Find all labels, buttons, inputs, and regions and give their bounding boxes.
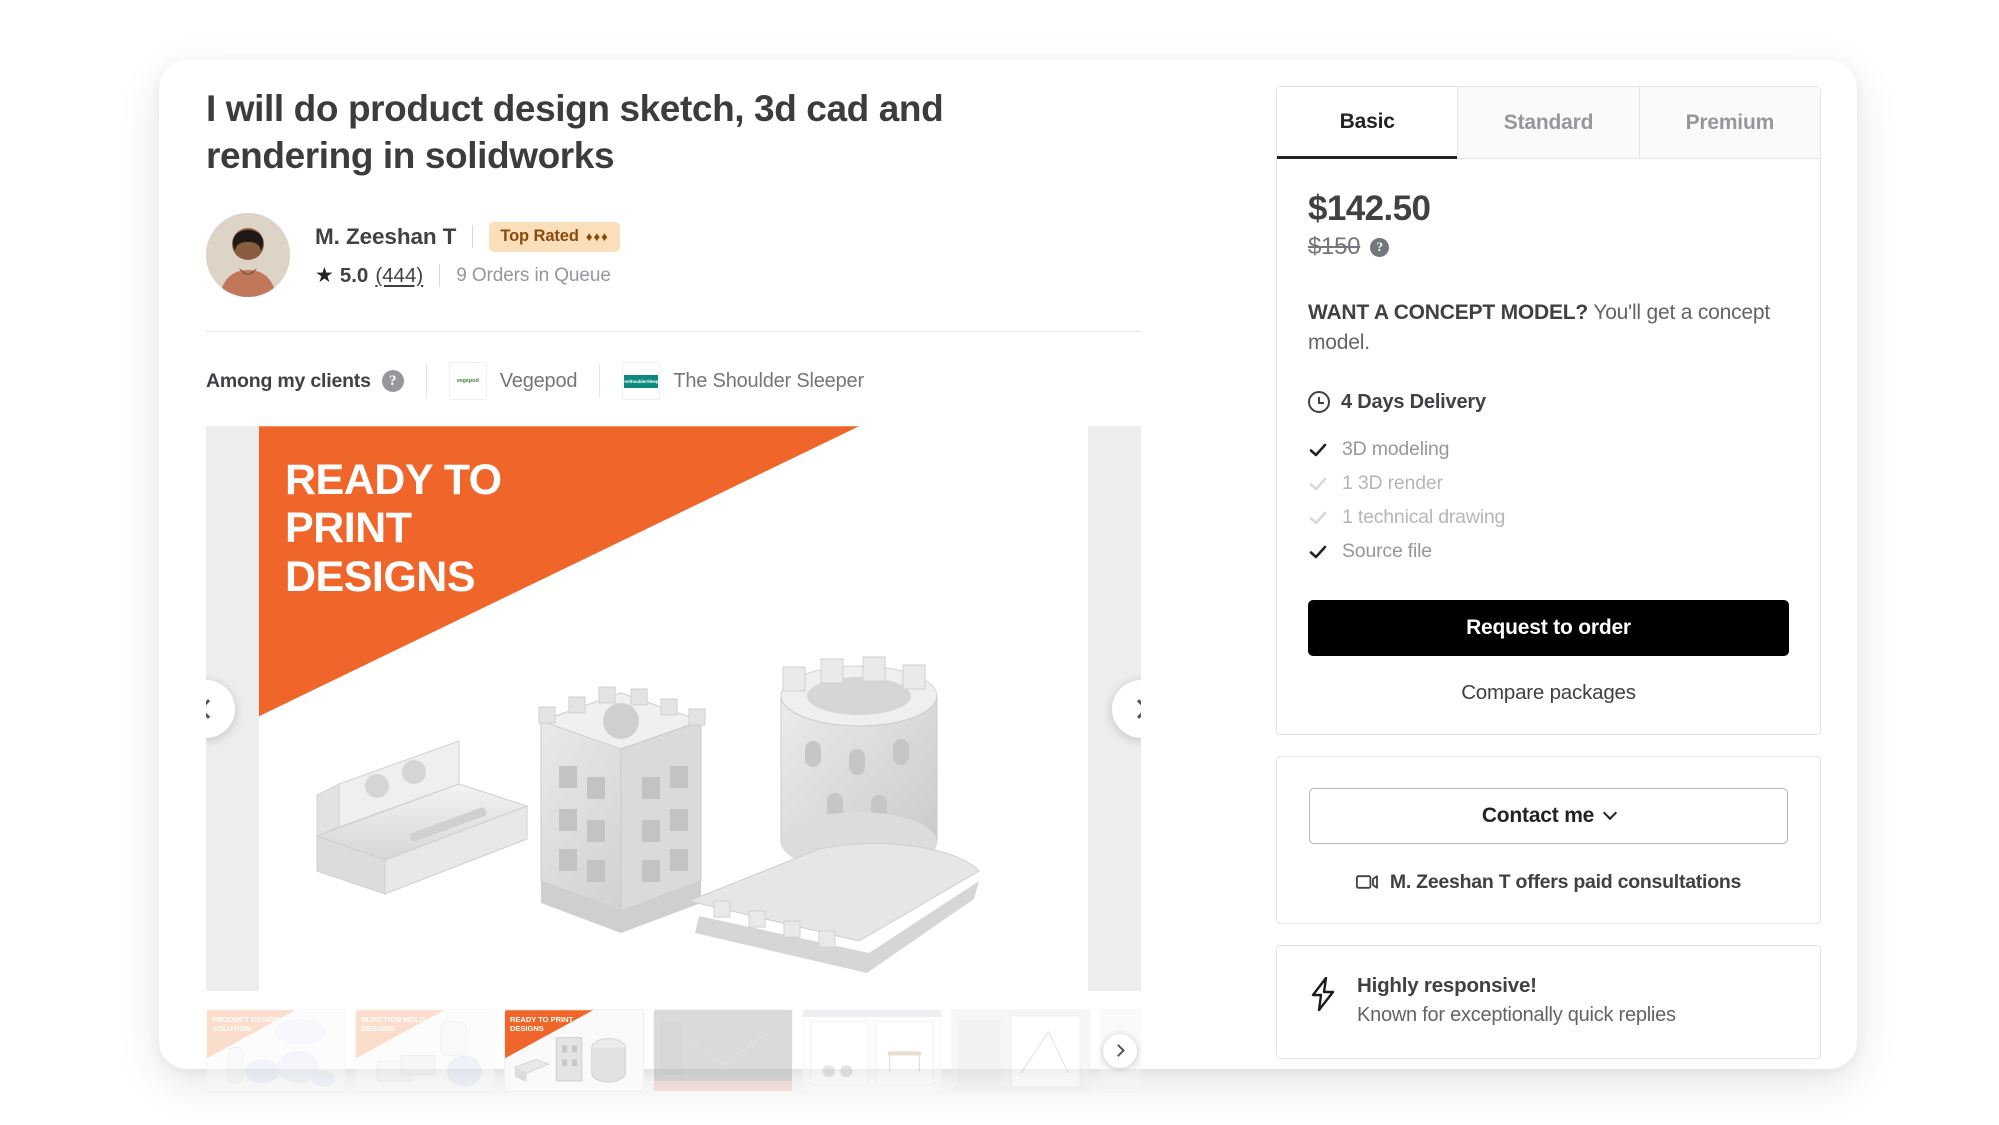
delivery-label: 4 Days Delivery <box>1341 390 1486 413</box>
chevron-left-icon <box>206 698 218 719</box>
package-body: $142.50 $150 ? WANT A CONCEPT MODEL? You… <box>1277 159 1820 734</box>
chevron-down-icon <box>1603 806 1618 821</box>
banner-line-1: READY TO <box>285 456 502 505</box>
feature-item: 1 technical drawing <box>1308 501 1789 535</box>
rating-count-link[interactable]: (444) <box>375 264 423 288</box>
chevron-right-icon <box>1129 698 1141 719</box>
thumbnail-item[interactable]: INJECTION MOLD DESIGNS <box>355 1009 495 1093</box>
divider <box>599 364 601 399</box>
package-description: WANT A CONCEPT MODEL? You'll get a conce… <box>1308 298 1789 358</box>
rating-value: 5.0 <box>339 263 369 287</box>
package-panel: Basic Standard Premium $142.50 $150 ? WA… <box>1276 86 1821 735</box>
feature-item: 1 3D render <box>1308 467 1789 501</box>
banner-text: READY TO PRINT DESIGNS <box>285 456 502 600</box>
package-price: $142.50 <box>1308 189 1431 228</box>
divider <box>472 225 474 249</box>
page-root: I will do product design sketch, 3d cad … <box>0 0 1999 1125</box>
divider <box>439 264 441 288</box>
check-icon <box>1309 477 1327 490</box>
badge-label: Top Rated <box>500 226 579 245</box>
tab-standard[interactable]: Standard <box>1457 87 1639 159</box>
thumbnail-item[interactable] <box>802 1009 942 1093</box>
contact-me-button[interactable]: Contact me <box>1309 787 1788 844</box>
contact-me-label: Contact me <box>1481 803 1595 827</box>
package-original-price: $150 <box>1308 233 1361 260</box>
thumb-art <box>654 1010 792 1092</box>
highly-responsive-panel: Highly responsive! Known for exceptional… <box>1276 944 1821 1059</box>
status-badge: Top Rated ♦♦♦ <box>489 221 620 252</box>
seller-name[interactable]: M. Zeeshan T <box>315 224 456 250</box>
feature-label: 1 3D render <box>1342 472 1443 495</box>
paid-consultations-text: M. Zeeshan T offers paid consultations <box>1389 870 1742 893</box>
thumb-art <box>377 1021 482 1087</box>
question-mark-icon[interactable]: ? <box>381 370 404 393</box>
paid-consultations-row: M. Zeeshan T offers paid consultations <box>1309 871 1788 894</box>
request-to-order-button[interactable]: Request to order <box>1308 599 1789 656</box>
clock-icon <box>1308 391 1330 414</box>
feature-label: 3D modeling <box>1342 438 1450 461</box>
thumbnail-strip: PRODUCT DESIGN SOLUTION INJECTION MOLD DES… <box>206 1009 1141 1093</box>
thumbnail-item[interactable] <box>951 1009 1091 1093</box>
seller-meta: M. Zeeshan T Top Rated ♦♦♦ ★ 5.0 (444) 9… <box>315 221 620 289</box>
thumbnail-item[interactable] <box>653 1009 793 1093</box>
question-mark-icon[interactable]: ? <box>1370 237 1390 257</box>
package-original-price-row: $150 ? <box>1308 233 1789 261</box>
feature-label: 1 technical drawing <box>1342 506 1506 529</box>
client-logo-icon: vegepod <box>448 362 487 401</box>
avatar[interactable] <box>206 213 290 298</box>
gig-gallery: READY TO PRINT DESIGNS <box>206 426 1141 992</box>
chevron-right-icon <box>1111 1044 1125 1058</box>
badge-diamonds-icon: ♦♦♦ <box>585 228 609 244</box>
gig-left-column: I will do product design sketch, 3d cad … <box>206 86 1206 1093</box>
feature-label: Source file <box>1342 540 1432 563</box>
client-item-shoulder-sleeper[interactable]: TheShoulderSleeper The Shoulder Sleeper <box>622 362 864 401</box>
thumbnail-next-button[interactable] <box>1103 1033 1137 1068</box>
client-logo-icon: TheShoulderSleeper <box>622 362 661 401</box>
thumbnail-item-active[interactable]: READY TO PRINT DESIGNS <box>504 1009 644 1093</box>
thumbnail-item[interactable]: PRODUCT DESIGN SOLUTION <box>206 1009 346 1093</box>
highly-responsive-text: Highly responsive! Known for exceptional… <box>1357 974 1676 1027</box>
among-my-clients: Among my clients ? vegepod Vegepod TheSh… <box>206 361 1206 401</box>
clients-label: Among my clients <box>206 369 371 392</box>
feature-item: Source file <box>1308 535 1789 569</box>
gig-right-column: Basic Standard Premium $142.50 $150 ? WA… <box>1276 86 1821 1059</box>
banner-line-2: PRINT <box>285 504 412 553</box>
tab-premium[interactable]: Premium <box>1638 87 1820 159</box>
video-camera-icon <box>1355 874 1378 890</box>
lightning-bolt-icon <box>1309 976 1337 1011</box>
client-name: The Shoulder Sleeper <box>673 369 864 392</box>
check-icon <box>1309 443 1327 456</box>
thumb-art <box>803 1010 941 1092</box>
seller-row: M. Zeeshan T Top Rated ♦♦♦ ★ 5.0 (444) 9… <box>206 213 1206 298</box>
thumb-art <box>513 1037 626 1083</box>
highly-responsive-subtitle: Known for exceptionally quick replies <box>1357 1003 1676 1026</box>
delivery-time: 4 Days Delivery <box>1308 391 1789 414</box>
highly-responsive-title: Highly responsive! <box>1357 973 1537 997</box>
compare-packages-link[interactable]: Compare packages <box>1461 681 1636 705</box>
3d-models-illustration <box>315 656 980 974</box>
gig-card: I will do product design sketch, 3d cad … <box>159 60 1857 1093</box>
thumb-art <box>952 1010 1090 1092</box>
gallery-slide[interactable]: READY TO PRINT DESIGNS <box>259 426 1088 992</box>
package-tabs: Basic Standard Premium <box>1277 87 1820 159</box>
orders-in-queue: 9 Orders in Queue <box>456 264 611 286</box>
package-description-lead: WANT A CONCEPT MODEL? <box>1308 301 1589 324</box>
package-features: 3D modeling 1 3D render 1 technical draw… <box>1308 433 1789 569</box>
divider <box>206 331 1141 333</box>
check-icon <box>1309 511 1327 524</box>
feature-item: 3D modeling <box>1308 433 1789 467</box>
page-title: I will do product design sketch, 3d cad … <box>206 88 944 176</box>
tab-basic[interactable]: Basic <box>1277 87 1458 159</box>
contact-panel: Contact me M. Zeeshan T offers paid cons… <box>1276 755 1821 924</box>
client-item-vegepod[interactable]: vegepod Vegepod <box>448 362 578 401</box>
check-icon <box>1309 545 1327 558</box>
thumb-art <box>228 1019 336 1088</box>
client-name: Vegepod <box>499 369 578 392</box>
star-icon: ★ <box>315 264 334 288</box>
divider <box>425 364 427 399</box>
